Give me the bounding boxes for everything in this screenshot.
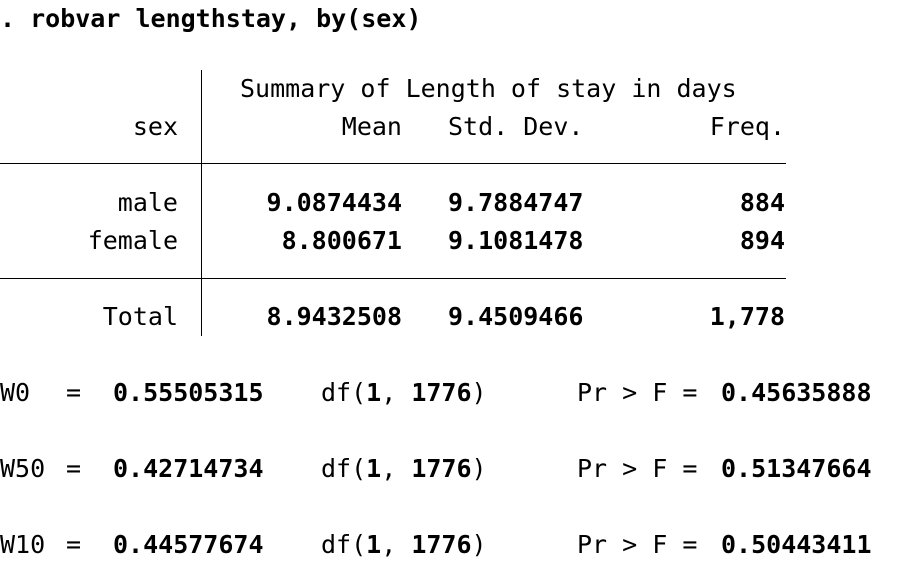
total-freq: 1,778: [709, 302, 785, 331]
header-rule: [0, 163, 786, 164]
table-vertical-rule: [201, 70, 202, 336]
row-mean: 8.800671: [281, 226, 402, 255]
row-freq: 884: [739, 188, 785, 217]
df-text: df(1, 1776): [321, 454, 487, 483]
summary-title: Summary of Length of stay in days: [240, 74, 737, 103]
total-rule: [0, 278, 786, 279]
row-mean: 9.0874434: [266, 188, 402, 217]
p-value: 0.51347664: [721, 454, 872, 483]
stat-name: W0: [0, 378, 31, 407]
command-line: . robvar lengthstay, by(sex): [0, 4, 422, 33]
df-text: df(1, 1776): [321, 378, 487, 407]
equals-sign: =: [66, 378, 82, 407]
stat-value: 0.42714734: [113, 454, 264, 483]
stat-value: 0.44577674: [113, 530, 264, 559]
stat-name: W10: [0, 530, 46, 559]
row-label: female: [87, 226, 178, 255]
total-mean: 8.9432508: [266, 302, 402, 331]
row-label: male: [117, 188, 178, 217]
row-sd: 9.1081478: [448, 226, 584, 255]
col-header-sd: Std. Dev.: [448, 112, 584, 141]
stat-value: 0.55505315: [113, 378, 264, 407]
p-value: 0.50443411: [721, 530, 872, 559]
col-header-mean: Mean: [341, 112, 402, 141]
p-value: 0.45635888: [721, 378, 872, 407]
equals-sign: =: [66, 454, 82, 483]
df-text: df(1, 1776): [321, 530, 487, 559]
row-header: sex: [132, 112, 178, 141]
pr-label: Pr > F =: [577, 378, 698, 407]
total-label: Total: [102, 302, 178, 331]
pr-label: Pr > F =: [577, 530, 698, 559]
stat-name: W50: [0, 454, 46, 483]
equals-sign: =: [66, 530, 82, 559]
row-freq: 894: [739, 226, 785, 255]
col-header-freq: Freq.: [709, 112, 785, 141]
total-sd: 9.4509466: [448, 302, 584, 331]
row-sd: 9.7884747: [448, 188, 584, 217]
pr-label: Pr > F =: [577, 454, 698, 483]
